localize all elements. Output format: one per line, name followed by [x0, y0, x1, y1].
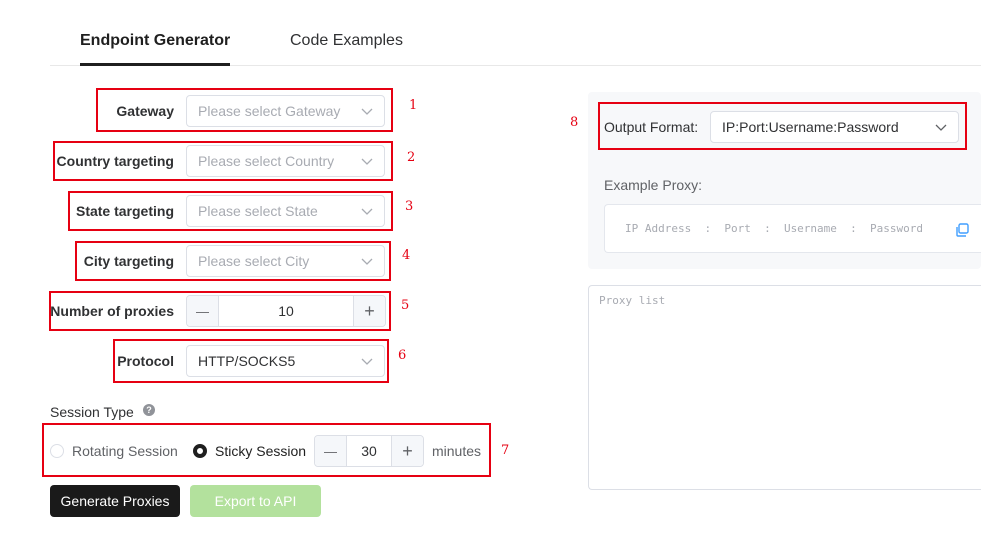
number-of-proxies-label: Number of proxies: [50, 303, 174, 319]
chevron-down-icon: [361, 156, 373, 166]
example-proxy-text: IP Address : Port : Username : Password: [625, 222, 924, 235]
gateway-placeholder: Please select Gateway: [198, 103, 341, 119]
annotation-number-3: 3: [405, 199, 414, 214]
sticky-session-radio[interactable]: [193, 444, 207, 458]
annotation-number-5: 5: [401, 298, 410, 313]
annotation-number-8: 8: [570, 115, 579, 130]
state-placeholder: Please select State: [198, 203, 318, 219]
proxy-list-textarea[interactable]: Proxy list: [588, 285, 981, 490]
session-type-title: Session Type: [50, 404, 134, 420]
rotating-session-radio[interactable]: [50, 444, 64, 458]
tab-endpoint-generator[interactable]: Endpoint Generator: [80, 31, 230, 51]
gateway-select[interactable]: Please select Gateway: [186, 95, 385, 127]
output-format-label: Output Format:: [604, 119, 699, 135]
protocol-select[interactable]: HTTP/SOCKS5: [186, 345, 385, 377]
country-placeholder: Please select Country: [198, 153, 335, 169]
city-placeholder: Please select City: [198, 253, 310, 269]
state-select[interactable]: Please select State: [186, 195, 385, 227]
export-to-api-button[interactable]: Export to API: [190, 485, 321, 517]
country-select[interactable]: Please select Country: [186, 145, 385, 177]
output-format-value: IP:Port:Username:Password: [722, 119, 899, 135]
plus-icon: +: [364, 300, 375, 321]
proxies-stepper: — 10 +: [186, 295, 386, 327]
copy-icon[interactable]: [954, 222, 970, 238]
proxies-value[interactable]: 10: [219, 296, 353, 326]
protocol-value: HTTP/SOCKS5: [198, 353, 296, 369]
city-select[interactable]: Please select City: [186, 245, 385, 277]
annotation-number-4: 4: [402, 248, 411, 263]
annotation-number-7: 7: [501, 443, 510, 458]
example-proxy-label: Example Proxy:: [604, 177, 703, 193]
sticky-session-label[interactable]: Sticky Session: [215, 442, 306, 460]
output-format-select[interactable]: IP:Port:Username:Password: [710, 111, 959, 143]
plus-icon: +: [402, 440, 413, 461]
minus-icon: —: [196, 303, 209, 319]
increase-minutes-button[interactable]: +: [391, 436, 423, 466]
rotating-session-label[interactable]: Rotating Session: [72, 442, 178, 460]
proxy-list-placeholder: Proxy list: [599, 294, 666, 307]
chevron-down-icon: [361, 356, 373, 366]
minutes-label: minutes: [432, 443, 482, 459]
country-targeting-label: Country targeting: [56, 153, 174, 169]
chevron-down-icon: [361, 206, 373, 216]
example-proxy-box: IP Address : Port : Username : Password: [604, 204, 981, 253]
gateway-label: Gateway: [116, 103, 174, 119]
chevron-down-icon: [361, 256, 373, 266]
tab-code-examples[interactable]: Code Examples: [290, 31, 403, 51]
question-circle-icon[interactable]: ?: [143, 404, 155, 416]
state-targeting-label: State targeting: [75, 203, 174, 219]
generate-proxies-button[interactable]: Generate Proxies: [50, 485, 180, 517]
chevron-down-icon: [361, 106, 373, 116]
annotation-number-6: 6: [398, 348, 407, 363]
minus-icon: —: [324, 443, 337, 459]
annotation-number-1: 1: [409, 98, 418, 113]
decrease-minutes-button[interactable]: —: [315, 436, 347, 466]
increase-button[interactable]: +: [353, 296, 385, 326]
decrease-button[interactable]: —: [187, 296, 219, 326]
chevron-down-icon: [935, 122, 947, 132]
city-targeting-label: City targeting: [83, 253, 174, 269]
minutes-value[interactable]: 30: [347, 436, 391, 466]
annotation-number-2: 2: [407, 150, 416, 165]
session-minutes-stepper: — 30 +: [314, 435, 424, 467]
active-tab-indicator: [80, 63, 230, 66]
protocol-label: Protocol: [117, 353, 174, 369]
